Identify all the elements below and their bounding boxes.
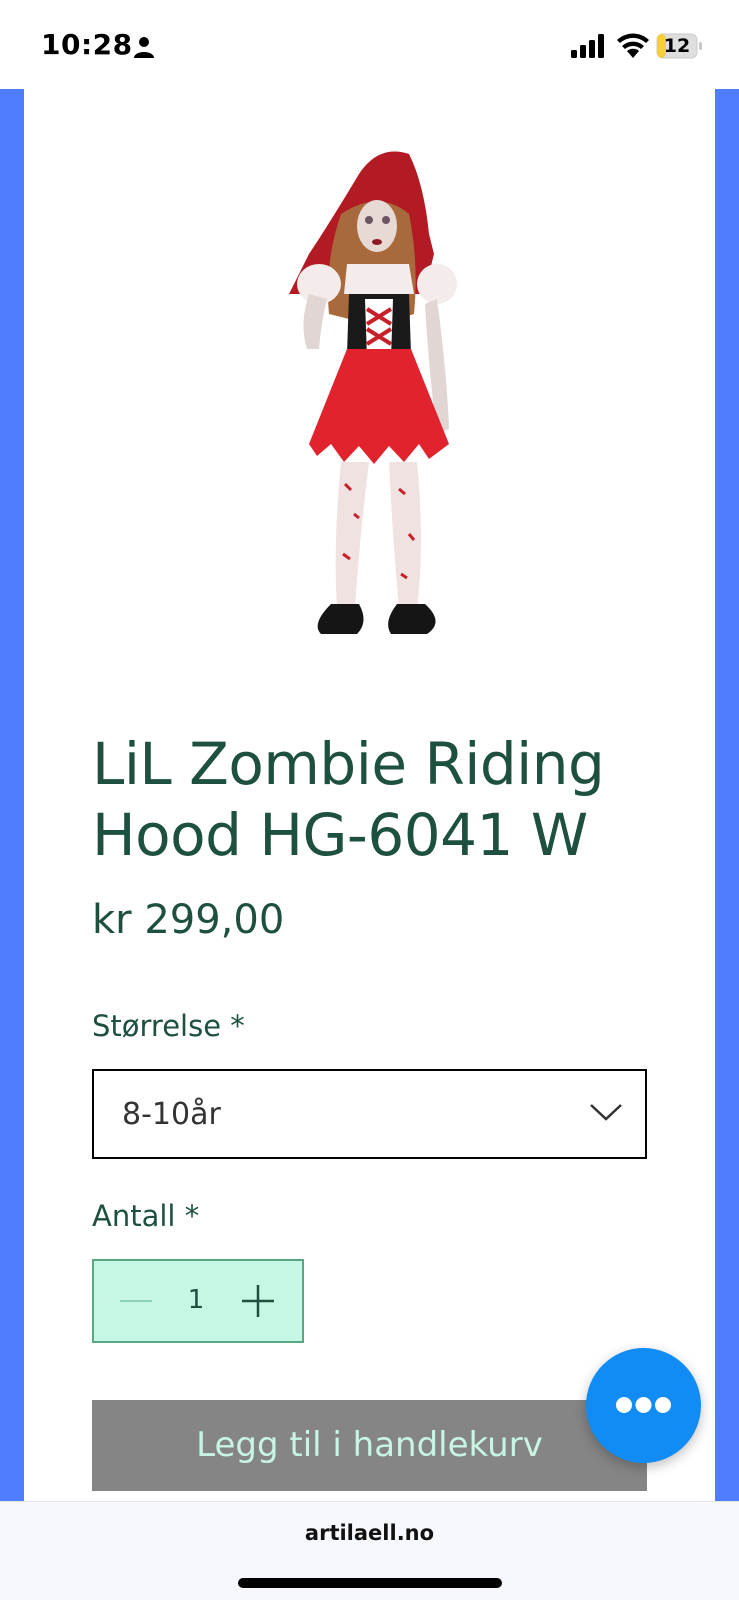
browser-url-bar[interactable]: artilaell.no xyxy=(0,1501,739,1600)
minus-icon[interactable] xyxy=(112,1277,160,1325)
size-label: Størrelse * xyxy=(92,1009,245,1043)
product-page: LiL Zombie Riding Hood HG-6041 W kr 299,… xyxy=(24,89,715,1501)
quantity-value[interactable]: 1 xyxy=(174,1285,218,1315)
product-title: LiL Zombie Riding Hood HG-6041 W xyxy=(92,730,605,869)
costume-product-image[interactable] xyxy=(259,144,499,664)
person-icon xyxy=(134,37,154,58)
size-selected-value: 8-10år xyxy=(122,1097,221,1132)
home-indicator[interactable] xyxy=(238,1578,502,1588)
battery-level: 12 xyxy=(663,35,691,57)
page-frame-left xyxy=(0,89,24,1501)
status-bar: 10:28 12 xyxy=(0,0,739,89)
page-frame-right xyxy=(715,89,739,1501)
url-text[interactable]: artilaell.no xyxy=(0,1521,739,1545)
size-select[interactable]: 8-10år xyxy=(92,1069,647,1159)
quantity-stepper: 1 xyxy=(92,1259,304,1343)
quantity-label: Antall * xyxy=(92,1199,200,1233)
more-icon xyxy=(616,1397,671,1413)
chevron-down-icon xyxy=(590,1104,622,1121)
chat-button[interactable] xyxy=(586,1348,701,1463)
wifi-icon xyxy=(617,33,649,58)
add-to-cart-button[interactable]: Legg til i handlekurv xyxy=(92,1400,647,1491)
plus-icon[interactable] xyxy=(234,1277,282,1325)
product-price: kr 299,00 xyxy=(92,897,285,943)
signal-icon xyxy=(571,34,604,58)
status-time: 10:28 xyxy=(41,28,133,61)
